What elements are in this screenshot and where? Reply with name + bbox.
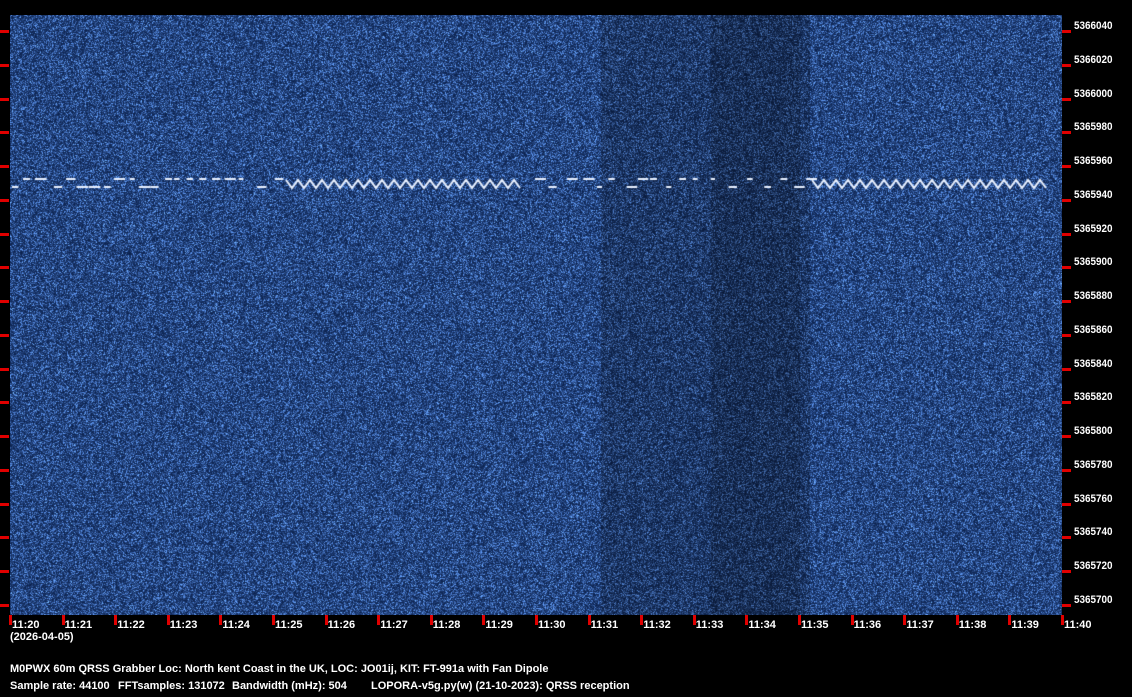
x-tick-label: 11:37 bbox=[906, 619, 934, 631]
y-tick-left bbox=[0, 401, 9, 404]
x-tick-label: 11:30 bbox=[538, 619, 566, 631]
x-tick-label: 11:21 bbox=[65, 619, 93, 631]
y-tick-left bbox=[0, 98, 9, 101]
y-tick-left bbox=[0, 300, 9, 303]
y-tick-left bbox=[0, 469, 9, 472]
y-tick-label: 5365700 bbox=[1074, 594, 1113, 606]
y-tick-right bbox=[1062, 131, 1071, 134]
y-tick-left bbox=[0, 131, 9, 134]
y-tick-label: 5365960 bbox=[1074, 155, 1113, 167]
y-tick-label: 5365920 bbox=[1074, 223, 1113, 235]
x-tick-label: 11:38 bbox=[959, 619, 987, 631]
x-tick-label: 11:31 bbox=[591, 619, 619, 631]
y-tick-label: 5365840 bbox=[1074, 358, 1113, 370]
y-tick-left bbox=[0, 64, 9, 67]
y-tick-label: 5365860 bbox=[1074, 324, 1113, 336]
y-tick-label: 5366020 bbox=[1074, 54, 1113, 66]
y-tick-right bbox=[1062, 266, 1071, 269]
y-tick-right bbox=[1062, 604, 1071, 607]
y-tick-label: 5365820 bbox=[1074, 391, 1113, 403]
y-tick-right bbox=[1062, 570, 1071, 573]
x-tick-label: 11:40 bbox=[1064, 619, 1092, 631]
x-tick-label: 11:26 bbox=[328, 619, 356, 631]
y-tick-right bbox=[1062, 469, 1071, 472]
software-version: LOPORA-v5g.py(w) (21-10-2023): QRSS rece… bbox=[371, 680, 630, 692]
y-tick-right bbox=[1062, 64, 1071, 67]
x-tick-label: 11:24 bbox=[222, 619, 250, 631]
x-tick-label: 11:23 bbox=[170, 619, 198, 631]
y-tick-right bbox=[1062, 368, 1071, 371]
x-tick-label: 11:32 bbox=[643, 619, 671, 631]
y-tick-left bbox=[0, 604, 9, 607]
y-tick-right bbox=[1062, 98, 1071, 101]
x-tick-label: 11:33 bbox=[696, 619, 724, 631]
y-tick-right bbox=[1062, 401, 1071, 404]
y-tick-right bbox=[1062, 503, 1071, 506]
y-tick-left bbox=[0, 199, 9, 202]
waterfall-display bbox=[10, 15, 1062, 615]
y-tick-label: 5365980 bbox=[1074, 121, 1113, 133]
x-tick-label: 11:34 bbox=[748, 619, 776, 631]
y-tick-label: 5365900 bbox=[1074, 256, 1113, 268]
y-tick-right bbox=[1062, 334, 1071, 337]
y-tick-right bbox=[1062, 300, 1071, 303]
fft-samples: FFTsamples: 131072 bbox=[118, 680, 225, 692]
y-tick-left bbox=[0, 334, 9, 337]
y-tick-label: 5365760 bbox=[1074, 493, 1113, 505]
y-tick-right bbox=[1062, 435, 1071, 438]
x-tick-label: 11:29 bbox=[485, 619, 513, 631]
y-tick-left bbox=[0, 503, 9, 506]
x-tick-label: 11:36 bbox=[854, 619, 882, 631]
y-tick-label: 5366000 bbox=[1074, 88, 1113, 100]
y-tick-right bbox=[1062, 165, 1071, 168]
y-tick-label: 5365880 bbox=[1074, 290, 1113, 302]
sample-rate: Sample rate: 44100 bbox=[10, 680, 110, 692]
y-tick-left bbox=[0, 570, 9, 573]
y-tick-label: 5366040 bbox=[1074, 20, 1113, 32]
y-tick-right bbox=[1062, 30, 1071, 33]
y-tick-right bbox=[1062, 233, 1071, 236]
x-tick-label: 11:22 bbox=[117, 619, 145, 631]
y-tick-left bbox=[0, 266, 9, 269]
y-tick-left bbox=[0, 435, 9, 438]
y-tick-label: 5365800 bbox=[1074, 425, 1113, 437]
y-tick-right bbox=[1062, 536, 1071, 539]
y-tick-label: 5365720 bbox=[1074, 560, 1113, 572]
y-tick-right bbox=[1062, 199, 1071, 202]
bandwidth: Bandwidth (mHz): 504 bbox=[232, 680, 347, 692]
x-tick-label: 11:20 bbox=[12, 619, 40, 631]
station-info: M0PWX 60m QRSS Grabber Loc: North kent C… bbox=[10, 663, 548, 675]
x-tick-label: 11:27 bbox=[380, 619, 408, 631]
y-tick-label: 5365940 bbox=[1074, 189, 1113, 201]
x-tick-label: 11:35 bbox=[801, 619, 829, 631]
y-tick-left bbox=[0, 233, 9, 236]
y-tick-label: 5365780 bbox=[1074, 459, 1113, 471]
y-tick-left bbox=[0, 30, 9, 33]
x-tick-label: 11:28 bbox=[433, 619, 461, 631]
y-tick-left bbox=[0, 165, 9, 168]
y-tick-left bbox=[0, 368, 9, 371]
y-tick-label: 5365740 bbox=[1074, 526, 1113, 538]
y-tick-left bbox=[0, 536, 9, 539]
x-tick-label: 11:39 bbox=[1011, 619, 1039, 631]
date-label: (2026-04-05) bbox=[10, 631, 74, 643]
x-tick-label: 11:25 bbox=[275, 619, 303, 631]
